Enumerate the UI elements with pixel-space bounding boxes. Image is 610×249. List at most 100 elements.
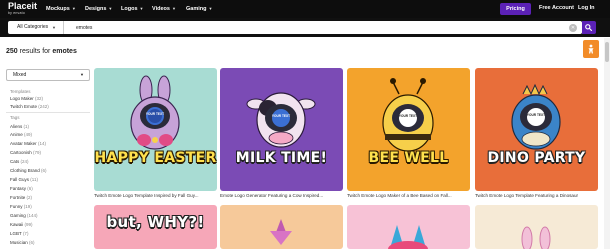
filter-count: (144)	[27, 213, 38, 218]
card-banner: HAPPY EASTER	[94, 150, 217, 166]
bunny-emote-image	[521, 226, 551, 249]
plaque-text: YOUR TEXT	[527, 113, 545, 117]
plaque-text: YOUR TEXT	[146, 112, 164, 116]
card-banner: but, WHY?!	[106, 213, 205, 231]
bunny-emote-image: YOUR TEXT	[130, 75, 180, 150]
filter-label: Gaming	[10, 213, 26, 218]
filter-count: (2)	[26, 195, 33, 200]
card-caption[interactable]: Twitch Emote Logo Maker of a Bee Based o…	[347, 193, 470, 198]
filter-tag-clothing-brand[interactable]: Clothing Brand (6)	[10, 168, 47, 174]
template-card[interactable]: YOUR TEXT DINO PARTY	[475, 68, 598, 191]
nav-mockups[interactable]: Mockups ▼	[46, 5, 76, 13]
template-card[interactable]: YOUR TEXT BEE WELL	[347, 68, 470, 191]
templates-heading: Templates	[10, 89, 31, 94]
filter-tag-gaming[interactable]: Gaming (144)	[10, 213, 38, 219]
filter-tag-avatar-maker[interactable]: Avatar Maker (14)	[10, 141, 46, 147]
search-input[interactable]	[66, 22, 566, 33]
search-button[interactable]	[582, 21, 596, 34]
nav-videos[interactable]: Videos ▼	[152, 5, 176, 13]
filter-tag-cats[interactable]: Cats (24)	[10, 159, 29, 165]
filter-tag-fall-guys[interactable]: Fall Guys (11)	[10, 177, 38, 183]
filter-tag-fantasy[interactable]: Fantasy (6)	[10, 186, 33, 192]
template-card[interactable]	[475, 205, 598, 249]
filter-count: (24)	[20, 159, 29, 164]
card-banner: MILK TIME!	[235, 150, 328, 166]
nav-logos[interactable]: Logos ▼	[121, 5, 143, 13]
scrollbar-thumb[interactable]	[605, 42, 609, 62]
filter-tag-cartoonish[interactable]: Cartoonish (79)	[10, 150, 41, 156]
filter-count: (19)	[23, 204, 32, 209]
chevron-down-icon: ▼	[139, 6, 144, 11]
template-card[interactable]	[347, 205, 470, 249]
chevron-down-icon: ▼	[171, 6, 176, 11]
filter-tag-musician[interactable]: Musician (6)	[10, 240, 35, 246]
nav-gaming-label: Gaming	[186, 6, 207, 12]
filter-label: LGBT	[10, 231, 22, 236]
card-caption[interactable]: Twitch Emote Logo Template Featuring a D…	[475, 193, 598, 198]
results-text: results for	[19, 48, 51, 55]
filter-label: Kawaii	[10, 222, 24, 227]
card-caption[interactable]: Emote Logo Generator Featuring a Cow Ins…	[220, 193, 343, 198]
filter-label: Fortnite	[10, 195, 26, 200]
clear-icon[interactable]: ✕	[569, 24, 577, 32]
filter-label: Avatar Maker	[10, 141, 37, 146]
chevron-down-icon: ▼	[108, 6, 113, 11]
search-box: All Categories ▼	[8, 21, 582, 34]
logo-text: Placeit	[8, 1, 38, 11]
filter-label: Musician	[10, 240, 28, 245]
filter-count: (32)	[35, 96, 44, 101]
category-select-label: All Categories	[17, 24, 49, 30]
filter-template-twitch-emote[interactable]: Twitch Emote (242)	[10, 104, 49, 110]
filter-tag-anime[interactable]: Anime (49)	[10, 132, 32, 138]
plaque-text: YOUR TEXT	[399, 114, 417, 118]
tags-heading: Tags	[10, 115, 20, 120]
cow-emote-image: YOUR TEXT	[246, 92, 316, 148]
filter-tag-kawaii[interactable]: Kawaii (99)	[10, 222, 33, 228]
plaque-text: YOUR TEXT	[272, 114, 290, 118]
filter-label: Cats	[10, 159, 20, 164]
placeit-logo[interactable]: Placeit by envato	[8, 1, 38, 16]
page-scrollbar[interactable]	[604, 38, 610, 249]
filter-tag-aliens[interactable]: Aliens (1)	[10, 124, 29, 130]
filter-label: Logo Maker	[10, 96, 34, 101]
filter-count: (6)	[41, 168, 47, 173]
filter-tag-fortnite[interactable]: Fortnite (2)	[10, 195, 32, 201]
filter-tag-funny[interactable]: Funny (19)	[10, 204, 32, 210]
template-card[interactable]: YOUR TEXT MILK TIME!	[220, 68, 343, 191]
flower-emote-image	[270, 219, 292, 245]
category-select[interactable]: All Categories ▼	[8, 21, 64, 34]
sidebar-divider	[6, 112, 90, 113]
template-card[interactable]: but, WHY?!	[94, 205, 217, 249]
dinosaur-emote-image: YOUR TEXT	[511, 83, 561, 150]
chevron-down-icon: ▼	[71, 6, 76, 11]
card-banner: BEE WELL	[368, 150, 449, 166]
logo-subtext: by envato	[8, 11, 25, 15]
filter-count: (79)	[33, 150, 42, 155]
template-card[interactable]: YOUR TEXT HAPPY EASTER	[94, 68, 217, 191]
filter-count: (1)	[23, 124, 30, 129]
filter-label: Cartoonish	[10, 150, 32, 155]
filter-count: (6)	[27, 186, 33, 191]
filter-template-logo-maker[interactable]: Logo Maker (32)	[10, 96, 43, 102]
nav-gaming[interactable]: Gaming ▼	[186, 5, 212, 13]
pricing-button[interactable]: Pricing	[500, 3, 531, 15]
filter-count: (99)	[24, 222, 33, 227]
filter-label: Clothing Brand	[10, 168, 40, 173]
filter-count: (6)	[29, 240, 35, 245]
template-card[interactable]	[220, 205, 343, 249]
sort-select[interactable]: Mixed ▼	[6, 69, 90, 81]
help-tab[interactable]	[583, 40, 599, 58]
card-caption[interactable]: Twitch Emote Logo Template Inspired by F…	[94, 193, 217, 198]
filter-count: (49)	[24, 132, 33, 137]
free-account-link[interactable]: Free Account	[539, 5, 574, 12]
filter-tag-lgbt[interactable]: LGBT (7)	[10, 231, 28, 237]
hand-icon	[588, 44, 594, 54]
nav-mockups-label: Mockups	[46, 6, 70, 12]
sort-select-label: Mixed	[13, 72, 27, 78]
filter-label: Funny	[10, 204, 23, 209]
filter-count: (7)	[22, 231, 29, 236]
filter-count: (242)	[38, 104, 49, 109]
character-emote-image	[388, 225, 428, 249]
log-in-link[interactable]: Log In	[578, 5, 595, 12]
nav-designs[interactable]: Designs ▼	[85, 5, 112, 13]
